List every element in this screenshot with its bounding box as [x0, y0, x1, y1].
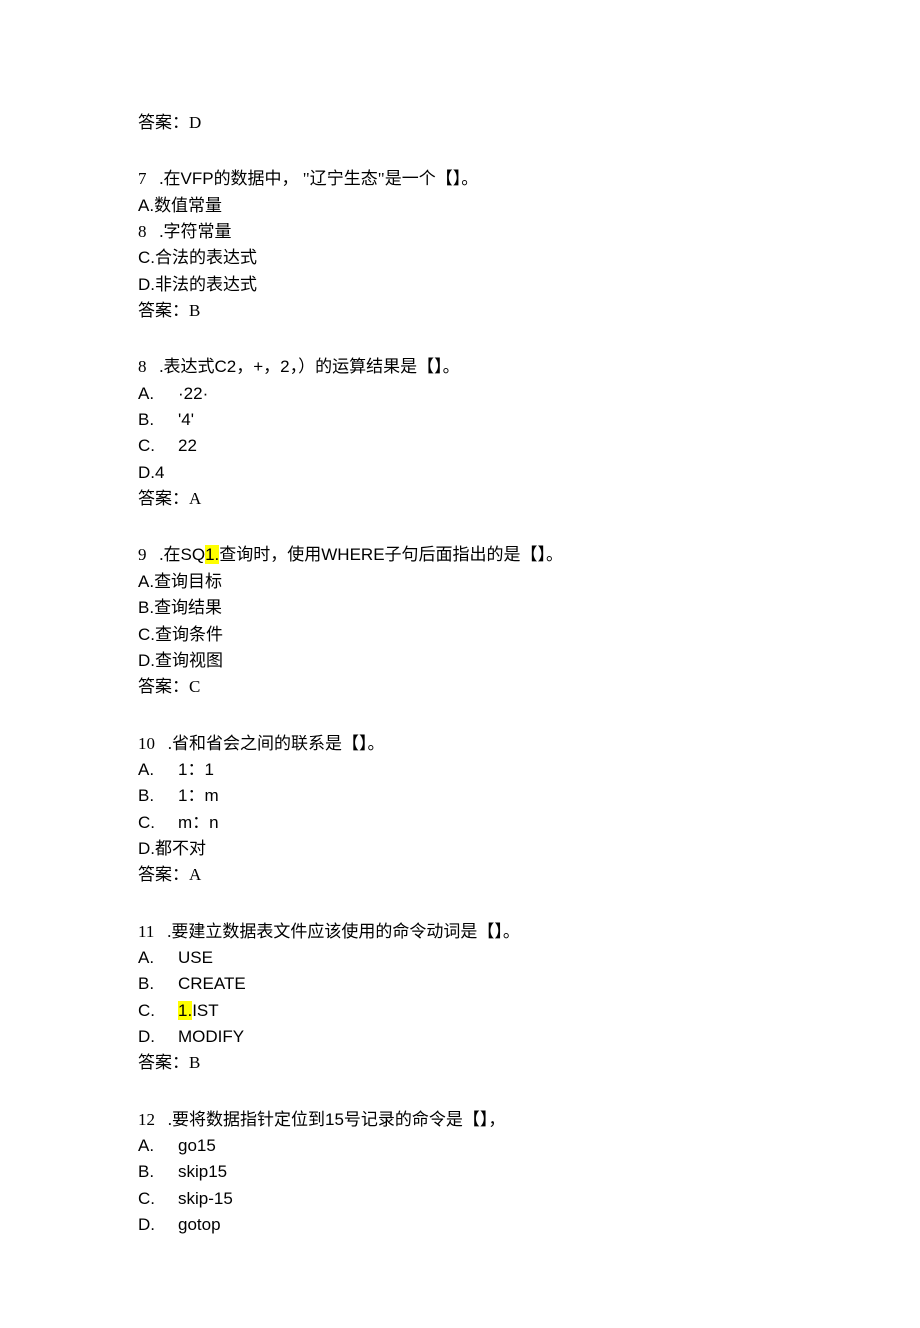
q12-b-value: skip15 — [178, 1159, 227, 1185]
q7-option-c: C.合法的表达式C.合法的表达式 — [138, 245, 920, 271]
q8-c-value: 22 — [178, 433, 197, 459]
q10-a-value: 1：1 — [178, 757, 214, 783]
q8-option-a: A.·22· — [138, 381, 920, 407]
q8-b-value: '4' — [178, 407, 194, 433]
q11-c-value: 1.IST — [178, 998, 219, 1024]
q10-a-letter: A. — [138, 757, 178, 783]
q12-b-letter: B. — [138, 1159, 178, 1185]
q10-c-value: m：n — [178, 810, 219, 836]
q11-answer: 答案：B — [138, 1050, 920, 1076]
q9-option-a: A.查询目标A.查询目标 — [138, 569, 920, 595]
q7-stem: 7 .在VFP的数据中， "辽宁生态"是一个【】。 — [138, 166, 920, 192]
q8-stem-expr: C2，+，2，） — [215, 357, 316, 376]
q8-a-value: ·22· — [178, 381, 208, 407]
q11-stem: 11 .要建立数据表文件应该使用的命令动词是【】。 — [138, 919, 920, 945]
q10-option-a: A.1：1 — [138, 757, 920, 783]
q7-option-d: D.非法的表达式D.非法的表达式 — [138, 272, 920, 298]
q11-c-tail: IST — [192, 1001, 218, 1020]
q12-stem-num: 15 — [325, 1110, 344, 1129]
q9-stem-prefix: 9 .在 — [138, 545, 181, 564]
q12-option-d: D.gotop — [138, 1212, 920, 1238]
q7-stem-vfp: VFP — [181, 169, 214, 188]
q10-stem: 10 .省和省会之间的联系是【】。 — [138, 731, 920, 757]
q11-b-value: CREATE — [178, 971, 246, 997]
q7-option-a: A.A.数值常量数值常量 — [138, 193, 920, 219]
q12-a-value: go15 — [178, 1133, 216, 1159]
q12-stem: 12 .要将数据指针定位到15号记录的命令是【】， — [138, 1107, 920, 1133]
q12-option-c: C.skip-15 — [138, 1186, 920, 1212]
q11-option-d: D.MODIFY — [138, 1024, 920, 1050]
q12-stem-suffix: 号记录的命令是【】， — [344, 1110, 506, 1129]
q8-stem-suffix: 的运算结果是【】。 — [315, 357, 460, 376]
q8-option-b: B.'4' — [138, 407, 920, 433]
q11-option-c: C.1.IST — [138, 998, 920, 1024]
q12-d-letter: D. — [138, 1212, 178, 1238]
q7-option-b: 8 .字符常量 — [138, 219, 920, 245]
q8-option-d: D.4 — [138, 460, 920, 486]
q11-d-letter: D. — [138, 1024, 178, 1050]
q12-option-a: A.go15 — [138, 1133, 920, 1159]
q11-option-b: B.CREATE — [138, 971, 920, 997]
q9-answer: 答案：C — [138, 674, 920, 700]
q11-a-letter: A. — [138, 945, 178, 971]
q8-answer: 答案：A — [138, 486, 920, 512]
q11-d-value: MODIFY — [178, 1024, 244, 1050]
q12-stem-prefix: 12 .要将数据指针定位到 — [138, 1110, 325, 1129]
q8-option-c: C.22 — [138, 433, 920, 459]
q8-a-letter: A. — [138, 381, 178, 407]
q9-option-c: C.查询条件C.查询条件 — [138, 622, 920, 648]
q11-b-letter: B. — [138, 971, 178, 997]
q11-a-value: USE — [178, 945, 213, 971]
q9-option-d: D.查询视图D.查询视图 — [138, 648, 920, 674]
q8-stem-prefix: 8 .表达式 — [138, 357, 215, 376]
q11-c-highlight: 1. — [178, 1001, 192, 1020]
q11-c-letter: C. — [138, 998, 178, 1024]
q7-stem-prefix: 7 .在 — [138, 169, 181, 188]
q10-answer: 答案：A — [138, 862, 920, 888]
q12-c-letter: C. — [138, 1186, 178, 1212]
q12-c-value: skip-15 — [178, 1186, 233, 1212]
q9-option-b: B.查询结果B.查询结果 — [138, 595, 920, 621]
q9-stem-mid: 查询时，使用 — [219, 545, 321, 564]
q8-d-value: D.4 — [138, 463, 164, 482]
q9-stem-suffix: 子句后面指出的是【】。 — [385, 545, 564, 564]
q9-stem-where: WHERE — [321, 545, 384, 564]
q7-stem-suffix: 的数据中， "辽宁生态"是一个【】。 — [214, 169, 479, 188]
q9-stem-highlight: 1. — [205, 545, 219, 564]
q10-c-letter: C. — [138, 810, 178, 836]
q10-option-b: B.1：m — [138, 783, 920, 809]
q7-answer: 答案：B — [138, 298, 920, 324]
q12-a-letter: A. — [138, 1133, 178, 1159]
q12-option-b: B.skip15 — [138, 1159, 920, 1185]
q10-b-value: 1：m — [178, 783, 219, 809]
q10-b-letter: B. — [138, 783, 178, 809]
q8-b-letter: B. — [138, 407, 178, 433]
q6-answer: 答案：D — [138, 110, 920, 136]
q10-option-d: D.都不对D.都不对 — [138, 836, 920, 862]
q9-stem: 9 .在SQ1.查询时，使用WHERE子句后面指出的是【】。 — [138, 542, 920, 568]
q11-option-a: A.USE — [138, 945, 920, 971]
q10-option-c: C.m：n — [138, 810, 920, 836]
q8-stem: 8 .表达式C2，+，2，）的运算结果是【】。 — [138, 354, 920, 380]
q12-d-value: gotop — [178, 1212, 221, 1238]
q9-stem-sq: SQ — [181, 545, 206, 564]
q8-c-letter: C. — [138, 433, 178, 459]
